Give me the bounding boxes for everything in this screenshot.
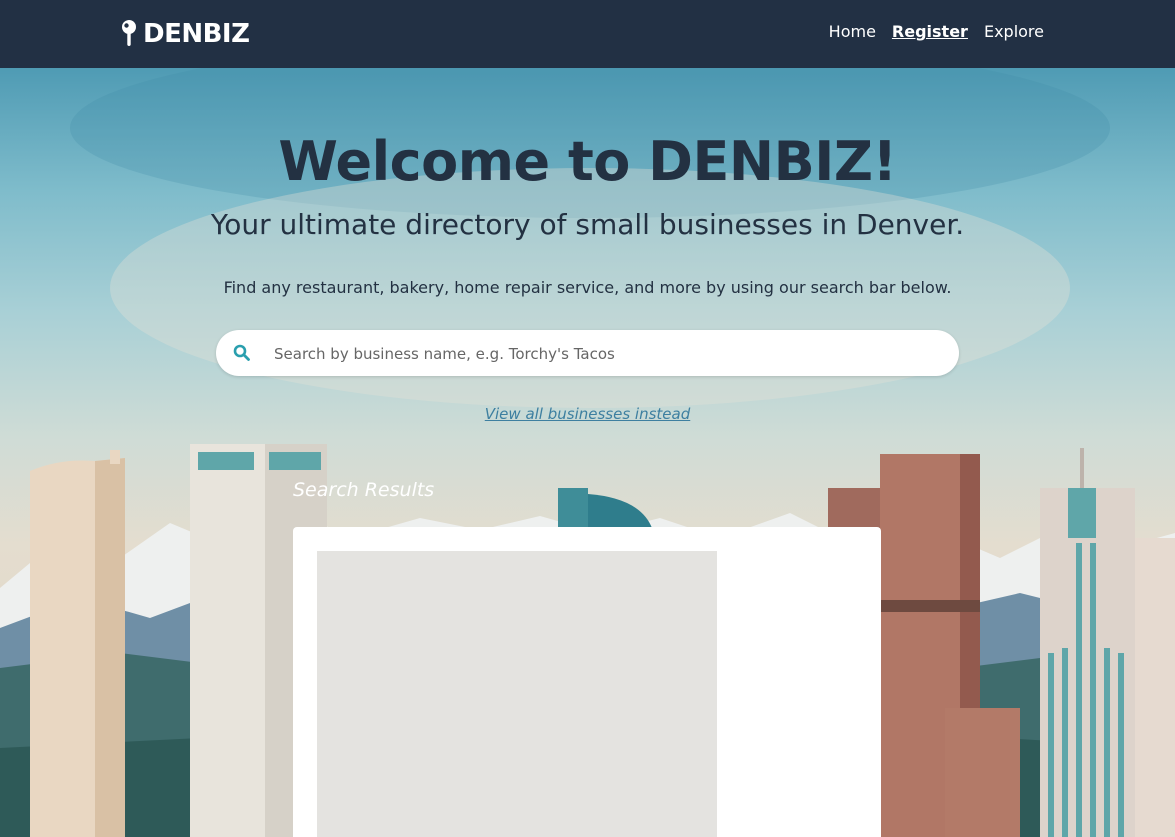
search-icon bbox=[233, 344, 250, 361]
result-image-placeholder bbox=[317, 551, 717, 837]
hero-section: Welcome to DENBIZ! Your ultimate directo… bbox=[0, 68, 1175, 837]
welcome-description: Find any restaurant, bakery, home repair… bbox=[223, 278, 952, 297]
nav-register-link[interactable]: Register bbox=[892, 22, 968, 41]
navbar: DENBIZ Home Register Explore bbox=[0, 0, 1175, 68]
welcome-title: Welcome to DENBIZ! bbox=[278, 130, 897, 193]
result-card[interactable] bbox=[293, 527, 881, 837]
nav-explore-link[interactable]: Explore bbox=[984, 22, 1044, 41]
search-input[interactable] bbox=[272, 330, 936, 378]
search-results-title: Search Results bbox=[293, 479, 435, 501]
main-nav: Home Register Explore bbox=[829, 22, 1044, 41]
welcome-subtitle: Your ultimate directory of small busines… bbox=[210, 208, 965, 241]
nav-home-link[interactable]: Home bbox=[829, 22, 876, 41]
brand-logo-link[interactable]: DENBIZ bbox=[121, 15, 250, 53]
brand-name: DENBIZ bbox=[143, 19, 250, 49]
view-all-businesses-link[interactable]: View all businesses instead bbox=[485, 405, 691, 423]
search-bar bbox=[216, 330, 959, 378]
view-all-container: View all businesses instead bbox=[0, 404, 1175, 423]
map-pin-icon bbox=[122, 20, 136, 46]
